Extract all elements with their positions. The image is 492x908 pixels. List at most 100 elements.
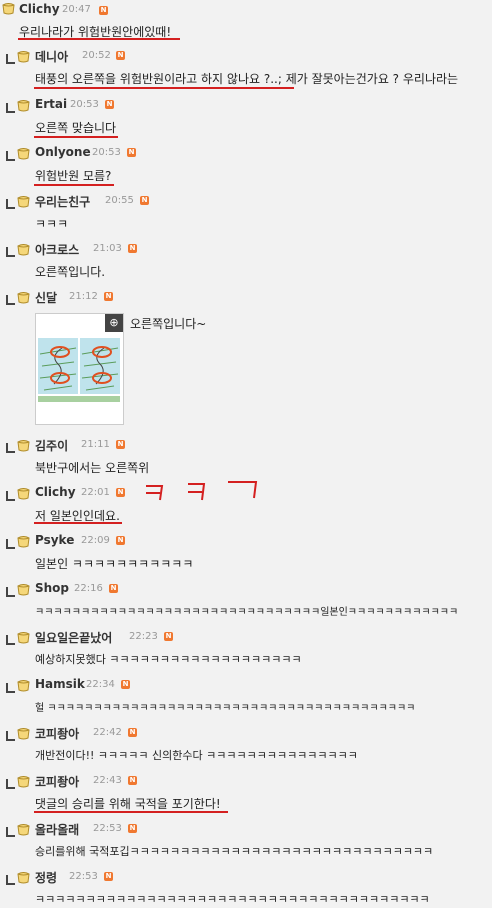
new-badge: N (104, 872, 113, 881)
reply-arrow-icon (6, 54, 15, 64)
comment-author[interactable]: 올라올래 (35, 821, 79, 838)
coffee-cup-icon (17, 536, 30, 548)
comment-time: 22:43 (93, 775, 122, 786)
reply-arrow-icon (6, 443, 15, 453)
coffee-cup-icon (17, 244, 30, 256)
coffee-cup-icon (17, 488, 30, 500)
new-badge: N (116, 536, 125, 545)
comment-author[interactable]: 일요일은끝났어 (35, 629, 112, 646)
comment-time: 20:47 (62, 4, 91, 15)
new-badge: N (105, 100, 114, 109)
new-badge: N (116, 488, 125, 497)
new-badge: N (128, 244, 137, 253)
comment-author[interactable]: 데니아 (35, 48, 68, 65)
red-underline-annotation (34, 522, 122, 524)
comment-item: Clichy 20:47 N 우리나라가 위험반원안에있때! (0, 0, 492, 48)
red-underline-annotation (34, 87, 294, 89)
new-badge: N (128, 728, 137, 737)
comment-text: 헐 ㅋㅋㅋㅋㅋㅋㅋㅋㅋㅋㅋㅋㅋㅋㅋㅋㅋㅋㅋㅋㅋㅋㅋㅋㅋㅋㅋㅋㅋㅋㅋㅋㅋㅋㅋㅋㅋㅋ… (35, 703, 416, 714)
comment-time: 21:11 (81, 439, 110, 450)
reply-arrow-icon (6, 199, 15, 209)
comment-author[interactable]: 정령 (35, 869, 57, 886)
comment-author[interactable]: 우리는친구 (35, 193, 90, 210)
coffee-cup-icon (17, 51, 30, 63)
coffee-cup-icon (17, 292, 30, 304)
comment-author[interactable]: Clichy (35, 485, 76, 499)
comment-item: 코피좡아 22:42 N 개반전이다!! ㅋㅋㅋㅋㅋ 신의한수다 ㅋㅋㅋㅋㅋㅋㅋ… (0, 727, 492, 777)
coffee-cup-icon (17, 100, 30, 112)
comment-time: 22:01 (81, 487, 110, 498)
coffee-cup-icon (17, 584, 30, 596)
reply-arrow-icon (6, 731, 15, 741)
comment-time: 22:34 (86, 679, 115, 690)
coffee-cup-icon (2, 3, 15, 15)
comment-time: 20:55 (105, 195, 134, 206)
comment-author[interactable]: Clichy (19, 2, 60, 16)
reply-arrow-icon (6, 103, 15, 113)
comment-item: Hamsik 22:34 N 헐 ㅋㅋㅋㅋㅋㅋㅋㅋㅋㅋㅋㅋㅋㅋㅋㅋㅋㅋㅋㅋㅋㅋㅋ… (0, 677, 492, 729)
coffee-cup-icon (17, 872, 30, 884)
magnifier-plus-icon[interactable]: ⊕ (105, 314, 123, 332)
comment-time: 20:53 (70, 99, 99, 110)
coffee-cup-icon (17, 728, 30, 740)
comment-text: 일본인 ㅋㅋㅋㅋㅋㅋㅋㅋㅋㅋㅋ (35, 557, 194, 571)
comment-item: 우리는친구 20:55 N ㅋㅋㅋ (0, 195, 492, 245)
red-underline-annotation (18, 38, 180, 40)
comment-item: 데니아 20:52 N 태풍의 오른쪽을 위험반원이라고 하지 않나요 ?..;… (0, 50, 492, 100)
reply-arrow-icon (6, 779, 15, 789)
comment-time: 22:23 (129, 631, 158, 642)
reply-arrow-icon (6, 151, 15, 161)
new-badge: N (116, 51, 125, 60)
comment-author[interactable]: Hamsik (35, 677, 85, 691)
new-badge: N (164, 632, 173, 641)
new-badge: N (121, 680, 130, 689)
comment-text: 개반전이다!! ㅋㅋㅋㅋㅋ 신의한수다 ㅋㅋㅋㅋㅋㅋㅋㅋㅋㅋㅋㅋㅋㅋㅋ (35, 749, 358, 762)
comment-item: 올라올래 22:53 N 승리를위해 국적포깁ㅋㅋㅋㅋㅋㅋㅋㅋㅋㅋㅋㅋㅋㅋㅋㅋㅋ… (0, 823, 492, 873)
coffee-cup-icon (17, 776, 30, 788)
comment-item: Psyke 22:09 N 일본인 ㅋㅋㅋㅋㅋㅋㅋㅋㅋㅋㅋ (0, 533, 492, 585)
comment-item: Onlyone 20:53 N 위험반원 모름? (0, 145, 492, 197)
reply-arrow-icon (6, 539, 15, 549)
reply-arrow-icon (6, 635, 15, 645)
comment-text: ㅋㅋㅋㅋㅋㅋㅋㅋㅋㅋㅋㅋㅋㅋㅋㅋㅋㅋㅋㅋㅋㅋㅋㅋㅋㅋㅋㅋㅋㅋㅋ일본인ㅋㅋㅋㅋㅋㅋ… (35, 607, 459, 618)
coffee-cup-icon (17, 148, 30, 160)
comment-item: 아크로스 21:03 N 오른쪽입니다. (0, 243, 492, 293)
comment-text: ㅋㅋㅋ (35, 217, 69, 231)
reply-arrow-icon (6, 587, 15, 597)
comment-text: 승리를위해 국적포깁ㅋㅋㅋㅋㅋㅋㅋㅋㅋㅋㅋㅋㅋㅋㅋㅋㅋㅋㅋㅋㅋㅋㅋㅋㅋㅋㅋㅋㅋㅋ (35, 845, 434, 858)
comment-time: 22:16 (74, 583, 103, 594)
comment-author[interactable]: 코피좡아 (35, 725, 79, 742)
comment-author[interactable]: 아크로스 (35, 241, 79, 258)
comment-author[interactable]: Ertai (35, 97, 67, 111)
comment-text: 오른쪽 맞습니다 (35, 121, 117, 135)
reply-arrow-icon (6, 875, 15, 885)
comment-time: 20:52 (82, 50, 111, 61)
comment-author[interactable]: 코피좡아 (35, 773, 79, 790)
comment-author[interactable]: Psyke (35, 533, 74, 547)
comment-author[interactable]: 신달 (35, 289, 57, 306)
new-badge: N (128, 824, 137, 833)
comment-author[interactable]: Onlyone (35, 145, 91, 159)
attached-image-thumbnail[interactable]: ⊕ (35, 313, 124, 425)
comment-item: 일요일은끝났어 22:23 N 예상하지못했다 ㅋㅋㅋㅋㅋㅋㅋㅋㅋㅋㅋㅋㅋㅋㅋㅋ… (0, 631, 492, 681)
reply-arrow-icon (6, 683, 15, 693)
new-badge: N (128, 776, 137, 785)
coffee-cup-icon (17, 680, 30, 692)
comment-text: ㅋㅋㅋㅋㅋㅋㅋㅋㅋㅋㅋㅋㅋㅋㅋㅋㅋㅋㅋㅋㅋㅋㅋㅋㅋㅋㅋㅋㅋㅋㅋㅋㅋㅋㅋㅋㅋㅋㅋ (35, 893, 430, 906)
comment-time: 22:09 (81, 535, 110, 546)
reply-arrow-icon (6, 295, 15, 305)
new-badge: N (140, 196, 149, 205)
comment-time: 21:03 (93, 243, 122, 254)
new-badge: N (116, 440, 125, 449)
comment-text: 오른쪽입니다~ (130, 317, 207, 331)
coffee-cup-icon (17, 632, 30, 644)
comment-item: Ertai 20:53 N 오른쪽 맞습니다 (0, 97, 492, 149)
red-underline-annotation (34, 184, 114, 186)
comment-text: 예상하지못했다 ㅋㅋㅋㅋㅋㅋㅋㅋㅋㅋㅋㅋㅋㅋㅋㅋㅋㅋㅋ (35, 653, 302, 666)
red-underline-annotation (34, 811, 228, 813)
comment-author[interactable]: Shop (35, 581, 69, 595)
comment-time: 22:53 (69, 871, 98, 882)
comment-author[interactable]: 김주이 (35, 437, 68, 454)
red-underline-annotation (34, 136, 118, 138)
new-badge: N (109, 584, 118, 593)
